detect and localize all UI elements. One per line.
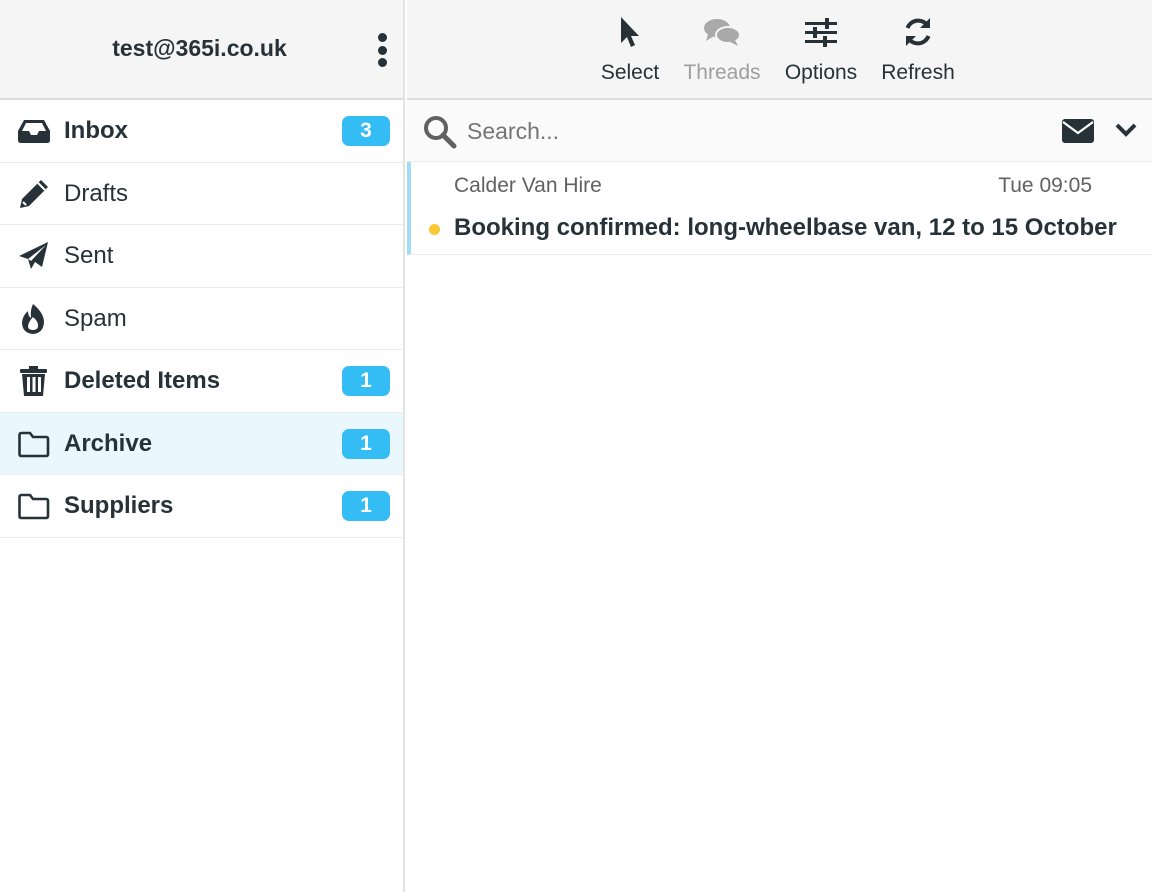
account-header: test@365i.co.uk xyxy=(0,0,403,100)
message-subject: Booking confirmed: long-wheelbase van, 1… xyxy=(454,214,1117,241)
trash-icon xyxy=(17,365,51,397)
folder-item-suppliers[interactable]: Suppliers 1 xyxy=(0,475,403,538)
folder-label: Deleted Items xyxy=(64,367,221,394)
folder-label: Inbox xyxy=(64,117,128,144)
envelope-icon[interactable] xyxy=(1061,118,1095,144)
message-pane: Select Threads Options Refresh Search...… xyxy=(407,0,1152,892)
message-list-item[interactable]: Calder Van Hire Tue 09:05 Booking confir… xyxy=(407,162,1152,255)
message-toolbar: Select Threads Options Refresh xyxy=(407,0,1152,100)
folder-pane: test@365i.co.uk Inbox 3 Drafts Sent Spam… xyxy=(0,0,405,892)
refresh-icon xyxy=(877,12,959,52)
options-button[interactable]: Options xyxy=(779,12,863,92)
folder-item-sent[interactable]: Sent xyxy=(0,225,403,288)
sliders-icon xyxy=(779,12,863,52)
account-email: test@365i.co.uk xyxy=(112,35,287,61)
paper-plane-icon xyxy=(17,240,51,272)
folder-label: Drafts xyxy=(64,179,129,207)
unread-indicator xyxy=(429,224,440,235)
pencil-icon xyxy=(17,178,51,210)
search-icon xyxy=(423,115,457,149)
search-bar xyxy=(407,100,1152,162)
threads-label: Threads xyxy=(683,61,761,84)
refresh-button[interactable]: Refresh xyxy=(877,12,959,92)
folder-icon xyxy=(17,428,51,460)
folder-icon xyxy=(17,490,51,522)
unread-count-badge: 3 xyxy=(342,116,390,146)
unread-count-badge: 1 xyxy=(342,366,390,396)
select-label: Select xyxy=(600,61,660,84)
folder-item-archive[interactable]: Archive 1 xyxy=(0,412,403,475)
folder-item-inbox[interactable]: Inbox 3 xyxy=(0,100,403,163)
unread-count-badge: 1 xyxy=(342,491,390,521)
more-vertical-icon[interactable] xyxy=(372,31,392,71)
folder-label: Spam xyxy=(64,304,127,332)
search-input[interactable] xyxy=(467,112,1027,150)
flame-icon xyxy=(17,303,51,335)
message-time: Tue 09:05 xyxy=(998,174,1092,197)
folder-item-spam[interactable]: Spam xyxy=(0,288,403,350)
chevron-down-icon[interactable] xyxy=(1115,120,1137,140)
folder-item-deleted-items[interactable]: Deleted Items 1 xyxy=(0,350,403,413)
chat-bubbles-icon xyxy=(680,12,764,52)
refresh-label: Refresh xyxy=(881,61,955,84)
threads-button[interactable]: Threads xyxy=(680,12,764,92)
folder-list: Inbox 3 Drafts Sent Spam Deleted Items 1… xyxy=(0,100,403,538)
cursor-icon xyxy=(595,12,665,52)
unread-count-badge: 1 xyxy=(342,428,390,459)
folder-item-drafts[interactable]: Drafts xyxy=(0,163,403,225)
select-button[interactable]: Select xyxy=(595,12,665,92)
folder-label: Archive xyxy=(64,429,153,457)
folder-label: Suppliers xyxy=(64,492,174,519)
folder-label: Sent xyxy=(64,242,114,269)
message-sender: Calder Van Hire xyxy=(454,174,602,197)
options-label: Options xyxy=(784,61,858,84)
inbox-icon xyxy=(17,115,51,147)
